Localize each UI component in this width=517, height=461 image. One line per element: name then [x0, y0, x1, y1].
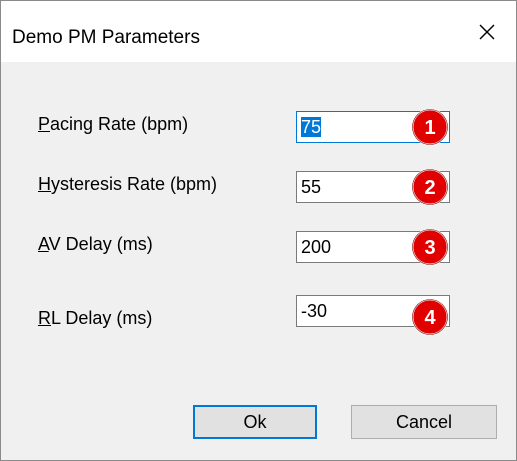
rl-delay-label-mnemonic: R [38, 308, 51, 328]
rl-delay-value: -30 [301, 301, 328, 321]
pacing-rate-label-mnemonic: P [38, 114, 51, 134]
av-delay-label: AV Delay (ms) [38, 234, 153, 255]
badge-2-number: 2 [424, 177, 435, 199]
hysteresis-rate-label: Hysteresis Rate (bpm) [38, 174, 217, 195]
ok-button[interactable]: Ok [193, 405, 317, 439]
av-delay-value: 200 [301, 237, 332, 257]
number-badge-3-icon: 3 [411, 228, 449, 266]
av-delay-label-text: V Delay (ms) [48, 234, 153, 254]
pacing-rate-value: 75 [301, 117, 322, 137]
number-badge-4-icon: 4 [411, 298, 449, 336]
badge-3-number: 3 [424, 237, 435, 259]
number-badge-2-icon: 2 [411, 168, 449, 206]
pacing-rate-label: Pacing Rate (bpm) [38, 114, 188, 135]
hysteresis-rate-label-text: ysteresis Rate (bpm) [51, 174, 218, 194]
badge-4-number: 4 [424, 307, 436, 329]
close-button[interactable] [456, 1, 516, 62]
badge-1-number: 1 [424, 117, 435, 139]
number-badge-1-icon: 1 [411, 108, 449, 146]
av-delay-label-mnemonic: A [38, 234, 49, 254]
hysteresis-rate-value: 55 [301, 177, 322, 197]
window-title: Demo PM Parameters [12, 27, 200, 48]
cancel-button[interactable]: Cancel [351, 405, 497, 439]
rl-delay-label: RL Delay (ms) [38, 308, 152, 329]
pacing-rate-label-text: acing Rate (bpm) [50, 114, 189, 134]
hysteresis-rate-label-mnemonic: H [38, 174, 51, 194]
title-bar[interactable]: Demo PM Parameters [1, 1, 516, 62]
dialog-window: Demo PM Parameters Pacing Rate (bpm) 75 … [0, 0, 517, 461]
rl-delay-label-text: L Delay (ms) [51, 308, 153, 328]
close-icon [479, 24, 495, 40]
